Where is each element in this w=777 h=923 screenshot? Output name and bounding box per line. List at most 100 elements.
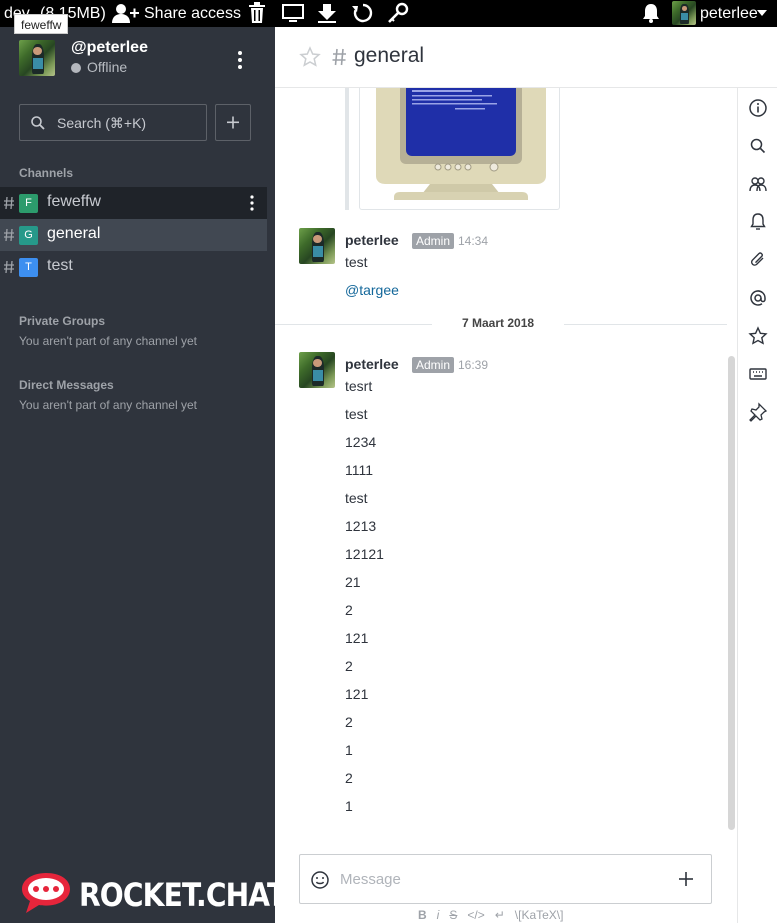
- message-avatar[interactable]: [299, 228, 335, 264]
- message-text: test: [345, 254, 368, 270]
- day-separator-label: 7 Maart 2018: [432, 316, 565, 330]
- message-line: test: [345, 490, 368, 506]
- members-icon[interactable]: [748, 174, 768, 194]
- message-time: 14:34: [458, 234, 489, 248]
- channel-name: test: [47, 257, 73, 274]
- info-icon[interactable]: [748, 98, 768, 118]
- user-status: Offline: [87, 59, 128, 75]
- topbar-username[interactable]: peterlee: [700, 0, 758, 27]
- room-hash-icon: [331, 47, 347, 67]
- chevron-down-icon[interactable]: [756, 8, 768, 18]
- message-input[interactable]: [340, 865, 660, 893]
- message-composer: [299, 854, 712, 904]
- search-icon: [30, 115, 46, 131]
- private-groups-empty: You aren't part of any channel yet: [19, 334, 197, 348]
- direct-messages-title: Direct Messages: [19, 378, 114, 392]
- status-dot: [71, 63, 81, 73]
- logo-wordmark: ROCKET.CHAT: [79, 876, 286, 914]
- channel-menu-icon[interactable]: [244, 194, 260, 212]
- role-badge: Admin: [412, 357, 455, 373]
- channel-badge: G: [19, 226, 38, 245]
- channels-title: Channels: [19, 166, 74, 180]
- message-line: 12121: [345, 546, 384, 562]
- message-scrollbar[interactable]: [728, 356, 735, 830]
- message-line: tesrt: [345, 378, 373, 394]
- message-line: 1: [345, 798, 353, 814]
- starred-icon[interactable]: [748, 326, 768, 346]
- message-author[interactable]: peterlee: [345, 356, 399, 372]
- mention-link[interactable]: @targee: [345, 282, 399, 298]
- role-badge: Admin: [412, 233, 455, 249]
- keyboard-icon[interactable]: [748, 364, 768, 384]
- mention-icon[interactable]: [748, 288, 768, 308]
- sidebar: @peterlee Offline Search (⌘+K) Channels …: [0, 27, 286, 923]
- message-avatar[interactable]: [299, 352, 335, 388]
- trash-icon[interactable]: [247, 2, 267, 24]
- hash-icon: [3, 228, 15, 242]
- search-icon[interactable]: [748, 136, 768, 156]
- hash-icon: [3, 196, 15, 210]
- message-line: 121: [345, 686, 369, 702]
- share-access-button[interactable]: Share access: [144, 0, 241, 27]
- italic-button[interactable]: i: [437, 908, 440, 922]
- strike-button[interactable]: S: [449, 908, 457, 922]
- message-line: 2: [345, 658, 353, 674]
- room-title: general: [354, 44, 425, 67]
- room-header: general: [275, 27, 777, 88]
- channel-badge: T: [19, 258, 38, 277]
- message-line: 1: [345, 742, 353, 758]
- attachment-icon[interactable]: [748, 250, 768, 270]
- user-menu-icon[interactable]: [230, 49, 250, 71]
- message-line: 2: [345, 602, 353, 618]
- sidebar-item-general[interactable]: G general: [0, 219, 267, 251]
- bell-icon[interactable]: [640, 2, 662, 24]
- search-label: Search (⌘+K): [57, 115, 147, 131]
- sidebar-item-test[interactable]: T test: [0, 251, 267, 283]
- rocket-chat-logo-icon: [22, 873, 70, 913]
- message-line: 1111: [345, 462, 374, 478]
- bold-button[interactable]: B: [418, 908, 427, 922]
- channel-name: feweffw: [47, 193, 101, 210]
- monitor-icon[interactable]: [281, 2, 305, 24]
- refresh-icon[interactable]: [351, 2, 375, 24]
- room-toolbar: [737, 88, 777, 923]
- message-line: 2: [345, 714, 353, 730]
- katex-link[interactable]: \[KaTeX\]: [515, 908, 564, 922]
- topbar-avatar[interactable]: [672, 1, 696, 25]
- message-line: 2: [345, 770, 353, 786]
- enter-button[interactable]: ↵: [495, 908, 505, 922]
- private-groups-title: Private Groups: [19, 314, 106, 328]
- message-line: 1213: [345, 518, 377, 534]
- message-author[interactable]: peterlee: [345, 232, 399, 248]
- message-list[interactable]: peterlee Admin 14:34 test @targee 7 Maar…: [275, 88, 737, 838]
- code-button[interactable]: </>: [467, 908, 484, 922]
- system-top-bar: dev (8.15MB) Share access peterlee: [0, 0, 777, 27]
- person-plus-icon[interactable]: [110, 2, 140, 24]
- channel-name: general: [47, 225, 101, 242]
- message-line: 21: [345, 574, 361, 590]
- key-icon[interactable]: [386, 2, 410, 24]
- message-line: 1234: [345, 434, 377, 450]
- attachment-quote-bar: [345, 88, 349, 210]
- create-new-button[interactable]: [215, 104, 251, 141]
- search-input[interactable]: Search (⌘+K): [19, 104, 207, 141]
- formatting-toolbar: B i S </> ↵ \[KaTeX\]: [418, 907, 563, 923]
- attachment-image[interactable]: [359, 88, 560, 210]
- channel-tooltip: feweffw: [14, 14, 69, 34]
- download-icon[interactable]: [315, 2, 339, 24]
- sidebar-item-feweffw[interactable]: F feweffw: [0, 187, 267, 219]
- message-time: 16:39: [458, 358, 489, 372]
- direct-messages-empty: You aren't part of any channel yet: [19, 398, 197, 412]
- message-line: 121: [345, 630, 369, 646]
- user-avatar[interactable]: [19, 40, 55, 76]
- emoji-icon[interactable]: [310, 870, 330, 890]
- rocket-chat-logo: ROCKET.CHAT: [19, 870, 286, 916]
- star-icon[interactable]: [299, 46, 321, 68]
- channel-badge: F: [19, 194, 38, 213]
- user-handle[interactable]: @peterlee: [71, 39, 148, 57]
- pin-icon[interactable]: [748, 402, 768, 422]
- hash-icon: [3, 260, 15, 274]
- notification-bell-icon[interactable]: [748, 212, 768, 232]
- add-attachment-icon[interactable]: [677, 870, 695, 888]
- message-line: test: [345, 406, 368, 422]
